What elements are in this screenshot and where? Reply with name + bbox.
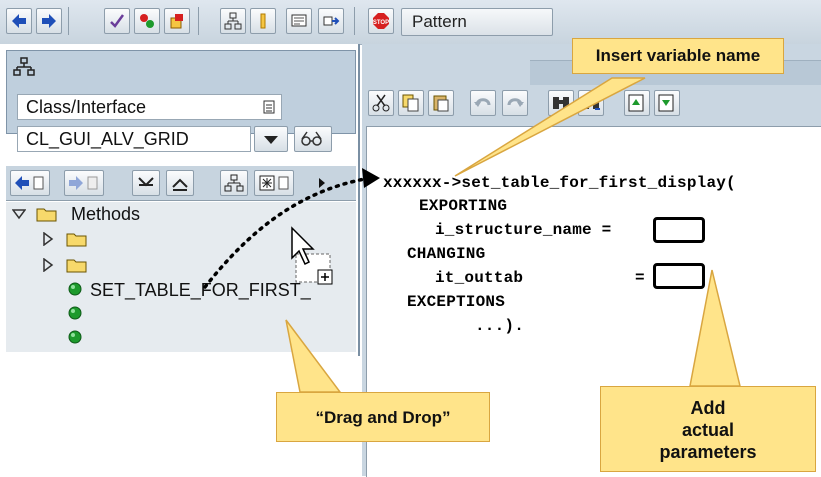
drag-arrowhead xyxy=(362,168,380,188)
drag-path-arrow xyxy=(203,176,372,289)
callout-insert-variable: Insert variable name xyxy=(572,38,784,74)
drag-cursor-icon xyxy=(291,226,333,285)
callout-add-params-line1: Add xyxy=(690,398,726,418)
callout-drag-drop-text: “Drag and Drop” xyxy=(315,408,451,427)
callout-add-params: Add actual parameters xyxy=(600,386,816,472)
drag-drop-pointer xyxy=(285,319,342,393)
insert-variable-pointer xyxy=(454,77,646,177)
callout-insert-variable-text: Insert variable name xyxy=(595,46,761,65)
callout-add-params-line3: parameters xyxy=(659,442,757,462)
callout-add-params-line2: actual xyxy=(681,420,735,440)
add-params-pointer xyxy=(689,269,741,387)
callout-drag-drop: “Drag and Drop” xyxy=(276,392,490,442)
